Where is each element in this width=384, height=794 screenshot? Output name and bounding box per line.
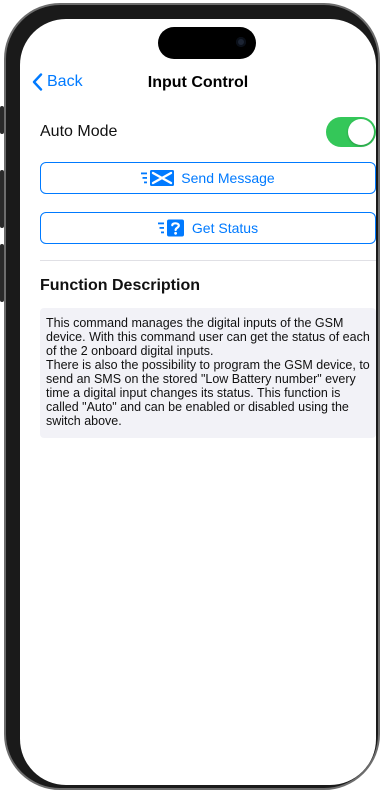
volume-up-side-button xyxy=(0,170,4,228)
section-divider xyxy=(40,260,376,261)
auto-mode-toggle[interactable] xyxy=(326,117,376,147)
function-description-title: Function Description xyxy=(40,277,200,294)
toggle-knob xyxy=(348,119,374,145)
back-button[interactable]: Back xyxy=(32,73,83,91)
send-message-button[interactable]: Send Message xyxy=(40,162,376,194)
function-description-box: This command manages the digital inputs … xyxy=(40,308,376,438)
camera-icon xyxy=(236,37,246,47)
auto-mode-row: Auto Mode xyxy=(40,117,376,147)
envelope-x-icon xyxy=(141,169,175,187)
phone-frame: Back Input Control Auto Mode Send Messag… xyxy=(4,3,380,790)
phone-screen: Back Input Control Auto Mode Send Messag… xyxy=(20,19,376,785)
description-paragraph-2: There is also the possibility to program… xyxy=(46,358,370,428)
get-status-label: Get Status xyxy=(191,220,259,236)
description-paragraph-1: This command manages the digital inputs … xyxy=(46,316,370,358)
back-label: Back xyxy=(47,73,83,90)
dynamic-island xyxy=(158,27,256,59)
volume-down-side-button xyxy=(0,244,4,302)
action-side-button xyxy=(0,106,4,134)
question-badge-icon xyxy=(157,219,186,237)
auto-mode-label: Auto Mode xyxy=(40,123,118,140)
chevron-left-icon xyxy=(32,73,47,91)
navigation-bar: Back Input Control xyxy=(20,71,376,97)
get-status-button[interactable]: Get Status xyxy=(40,212,376,244)
send-message-label: Send Message xyxy=(181,170,275,186)
